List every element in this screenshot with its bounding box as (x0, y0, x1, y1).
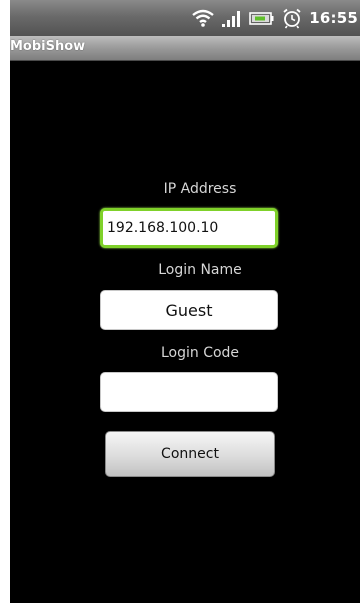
connect-button[interactable]: Connect (105, 431, 275, 477)
battery-icon (249, 8, 275, 28)
alarm-icon (281, 7, 303, 29)
ip-address-input[interactable] (100, 208, 278, 248)
clock: 16:55 (309, 9, 358, 27)
status-bar: 16:55 (10, 0, 360, 36)
login-code-label: Login Code (160, 345, 240, 361)
signal-icon (221, 8, 243, 28)
app-title-bar: MobiShow (10, 36, 360, 61)
ip-address-label: IP Address (163, 181, 237, 197)
app-title: MobiShow (10, 39, 86, 54)
login-name-input[interactable] (100, 290, 278, 330)
status-icons: 16:55 (191, 0, 360, 36)
phone-screen: 16:55 MobiShow IP Address Login Name Log… (10, 0, 360, 603)
wifi-icon (191, 8, 215, 28)
login-code-input[interactable] (100, 372, 278, 412)
login-name-label: Login Name (158, 262, 242, 278)
